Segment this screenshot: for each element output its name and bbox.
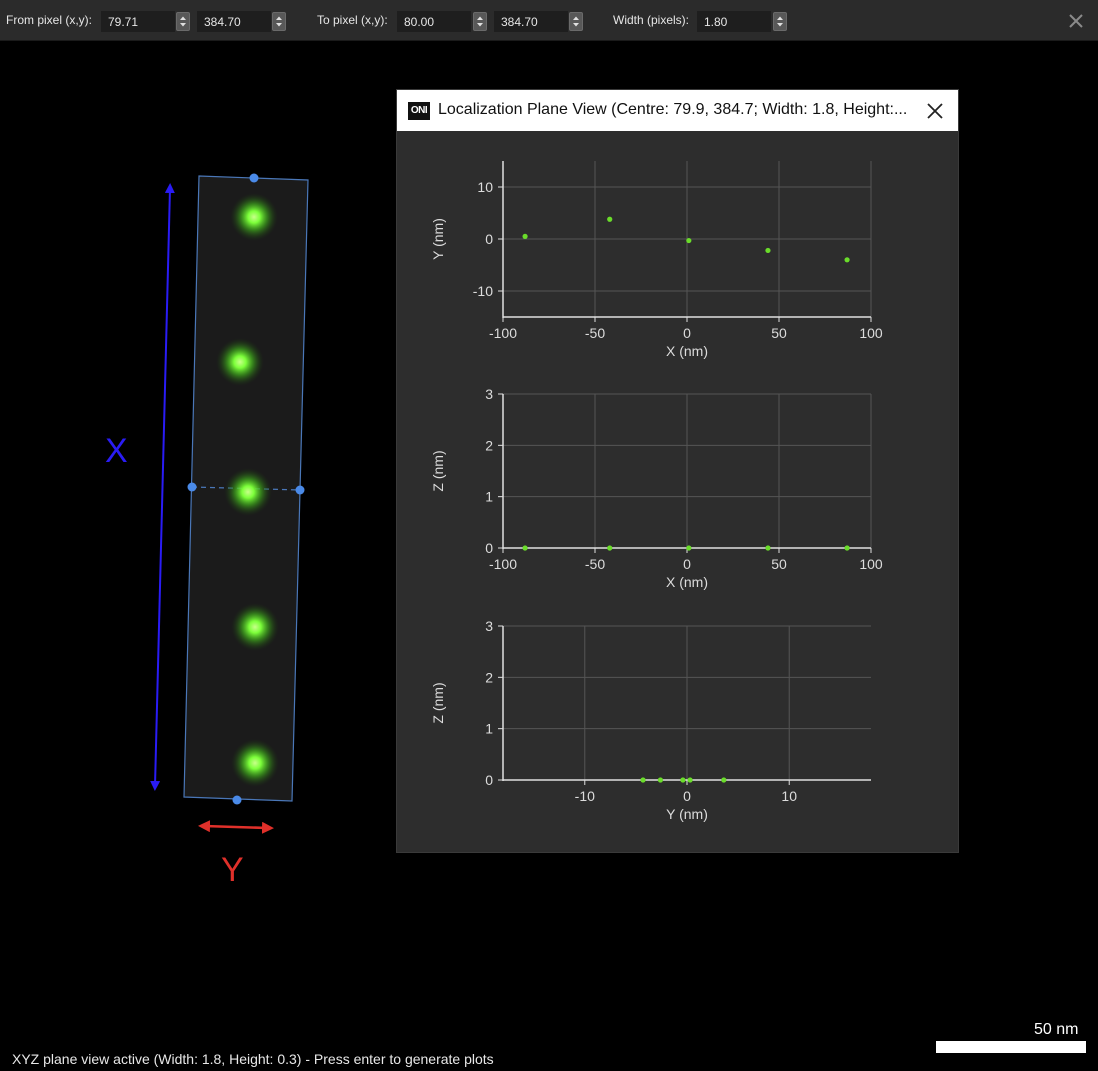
x-axis-letter: X	[105, 432, 128, 470]
bottom-handle[interactable]	[232, 795, 242, 805]
plot1-x-tick-label: -50	[585, 325, 605, 341]
plot1-x-tick-label: 100	[859, 325, 883, 341]
plot2-x-tick-label: 0	[683, 556, 691, 572]
to-pixel-label: To pixel (x,y):	[317, 13, 388, 27]
plot3-x-axis-label: Y (nm)	[666, 806, 708, 822]
localization-plane-view-window: ONI Localization Plane View (Centre: 79.…	[397, 90, 958, 852]
plot2-x-axis-label: X (nm)	[666, 574, 708, 590]
scale-bar-label: 50 nm	[1034, 1021, 1079, 1038]
y-direction-arrow	[198, 820, 274, 834]
left-handle[interactable]	[187, 482, 197, 492]
plot2-x-tick-label: 100	[859, 556, 883, 572]
width-input[interactable]	[697, 11, 771, 32]
plot1-y-axis-label: Y (nm)	[430, 218, 446, 260]
close-icon[interactable]	[1066, 11, 1086, 31]
from-pixel-label: From pixel (x,y):	[6, 13, 93, 27]
plot2-data-point	[607, 545, 613, 551]
plot3-y-tick-label: 3	[485, 618, 493, 634]
x-direction-arrow	[150, 183, 175, 791]
plot1-data-point	[686, 237, 692, 244]
plot1-data-point	[844, 257, 850, 263]
plot2-data-point	[522, 545, 528, 551]
plot1-data-point	[522, 233, 528, 239]
selection-view[interactable]	[0, 40, 390, 940]
plot1-y-tick-label: 10	[477, 179, 493, 195]
localization-spot	[230, 193, 278, 241]
plots-area: -100 -50 0 50 100100-10X (nm)Y (nm)-100 -50 0 5…	[430, 161, 883, 822]
from-y-input[interactable]	[197, 11, 271, 32]
plot1-data-point	[765, 247, 771, 254]
top-handle[interactable]	[249, 173, 259, 183]
plot2-y-tick-label: 2	[485, 437, 493, 453]
plot3-data-point	[680, 777, 686, 783]
plot2-y-tick-label: 3	[485, 386, 493, 402]
from-y-spinner[interactable]	[272, 12, 286, 31]
to-x-spinner[interactable]	[473, 12, 487, 31]
oni-logo-icon: ONI	[408, 102, 430, 120]
plot2-data-point	[844, 545, 850, 551]
to-y-input[interactable]	[494, 11, 568, 32]
plot1-data-point	[607, 216, 613, 222]
from-x-input[interactable]	[101, 11, 175, 32]
plot1-x-tick-label: -100	[489, 325, 517, 341]
width-spinner[interactable]	[773, 12, 787, 31]
window-title: Localization Plane View (Centre: 79.9, 3…	[438, 101, 908, 118]
plot2-x-tick-label: -50	[585, 556, 605, 572]
localization-spot	[231, 739, 279, 787]
window-close-icon[interactable]	[925, 101, 945, 121]
plot2-y-tick-label: 1	[485, 489, 493, 505]
toolbar: From pixel (x,y): To pixel (x,y): Width …	[0, 0, 1098, 41]
plot3-data-point	[721, 777, 727, 783]
plot2-x-tick-label: 50	[771, 556, 787, 572]
plot1-x-tick-label: 0	[683, 325, 691, 341]
localization-spot	[231, 603, 279, 651]
status-text: XYZ plane view active (Width: 1.8, Heigh…	[12, 1051, 494, 1067]
plot3-x-tick-label: 10	[781, 788, 797, 804]
plot3-x-tick-label: 0	[683, 788, 691, 804]
plot3-y-tick-label: 0	[485, 772, 493, 788]
plot3-y-axis-label: Z (nm)	[430, 682, 446, 723]
plot2-data-point	[686, 545, 692, 551]
plot3-x-tick-label: -10	[575, 788, 595, 804]
plot1-x-axis-label: X (nm)	[666, 343, 708, 359]
localization-spot	[216, 338, 264, 386]
plot1-y-tick-label: -10	[473, 283, 493, 299]
plot3-y-tick-label: 2	[485, 669, 493, 685]
scale-bar	[936, 1041, 1086, 1053]
plot2-y-axis-label: Z (nm)	[430, 450, 446, 491]
localization-spot	[224, 468, 272, 516]
window-titlebar[interactable]: ONI Localization Plane View (Centre: 79.…	[397, 90, 958, 131]
plot3-data-point	[657, 777, 664, 783]
right-handle[interactable]	[295, 485, 305, 495]
plot3-data-point	[687, 777, 693, 783]
plot1-x-tick-label: 50	[771, 325, 787, 341]
to-y-spinner[interactable]	[569, 12, 583, 31]
plot2-x-tick-label: -100	[489, 556, 517, 572]
to-x-input[interactable]	[397, 11, 471, 32]
plot1-y-tick-label: 0	[485, 231, 493, 247]
y-axis-letter: Y	[221, 851, 244, 889]
width-pixels-label: Width (pixels):	[613, 13, 690, 27]
plot3-data-point	[640, 777, 646, 783]
plot2-y-tick-label: 0	[485, 540, 493, 556]
from-x-spinner[interactable]	[176, 12, 190, 31]
plot2-data-point	[765, 545, 771, 551]
plot3-y-tick-label: 1	[485, 721, 493, 737]
